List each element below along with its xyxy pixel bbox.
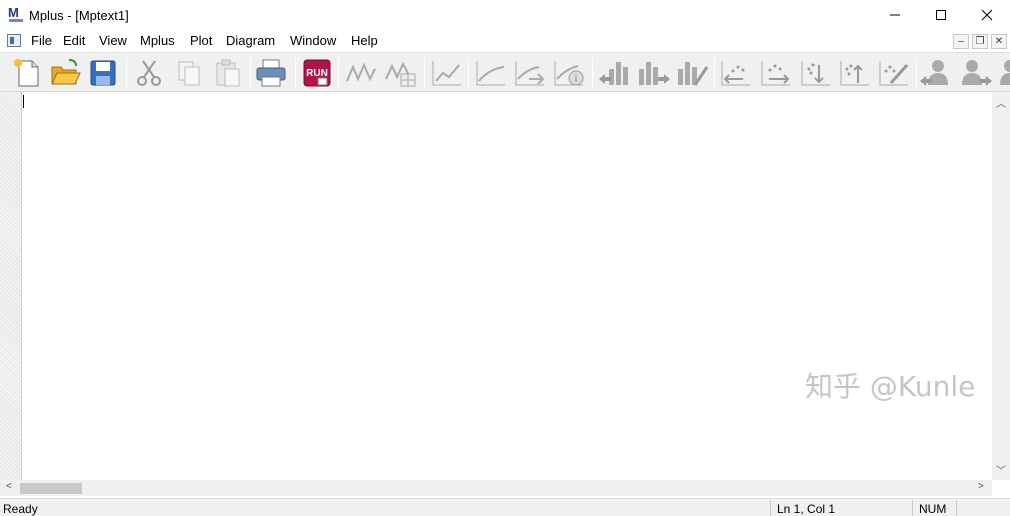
- menu-help[interactable]: Help: [351, 33, 378, 48]
- run-label: RUN: [306, 68, 328, 79]
- menu-view[interactable]: View: [99, 33, 127, 48]
- plot-table-icon[interactable]: [383, 56, 417, 90]
- menu-window[interactable]: Window: [290, 33, 336, 48]
- mdi-minimize-button[interactable]: –: [953, 34, 969, 49]
- diagram-right-icon[interactable]: [759, 56, 793, 90]
- close-button[interactable]: [964, 0, 1010, 30]
- save-icon[interactable]: [86, 56, 120, 90]
- diagram-edit-icon[interactable]: [877, 56, 911, 90]
- scroll-up-icon[interactable]: ︿: [996, 95, 1006, 110]
- diagram-up-icon[interactable]: [838, 56, 872, 90]
- status-cursor-position: Ln 1, Col 1: [770, 500, 912, 516]
- run-button[interactable]: RUN: [300, 56, 334, 90]
- text-editor[interactable]: [22, 92, 992, 480]
- mdi-restore-button[interactable]: ❐: [972, 34, 988, 49]
- status-bar: Ready Ln 1, Col 1 NUM: [0, 498, 1010, 516]
- menu-edit[interactable]: Edit: [63, 33, 85, 48]
- menu-plot[interactable]: Plot: [190, 33, 212, 48]
- menu-diagram[interactable]: Diagram: [226, 33, 275, 48]
- svg-text:i: i: [575, 74, 577, 85]
- minimize-button[interactable]: [872, 0, 918, 30]
- bar-chart-left-icon[interactable]: [597, 56, 631, 90]
- person-left-icon[interactable]: [918, 56, 952, 90]
- person-right-icon[interactable]: [958, 56, 992, 90]
- diagram-left-icon[interactable]: [719, 56, 753, 90]
- open-folder-icon[interactable]: [48, 56, 82, 90]
- menu-bar: File Edit View Mplus Plot Diagram Window…: [0, 30, 1010, 52]
- editor-window: ︿ ﹀ < >: [0, 92, 1010, 496]
- person-icon[interactable]: [996, 56, 1010, 90]
- copy-icon[interactable]: [172, 56, 206, 90]
- horizontal-scrollbar[interactable]: < >: [0, 480, 992, 496]
- print-icon[interactable]: [254, 56, 288, 90]
- status-num-lock: NUM: [912, 500, 956, 516]
- plot-scatter-icon[interactable]: [430, 56, 464, 90]
- plot-info-icon[interactable]: i: [552, 56, 586, 90]
- scroll-down-icon[interactable]: ﹀: [996, 462, 1006, 477]
- svg-text:M: M: [8, 6, 19, 20]
- scroll-left-icon[interactable]: <: [6, 481, 12, 492]
- paste-icon[interactable]: [210, 56, 244, 90]
- scroll-right-icon[interactable]: >: [978, 481, 984, 492]
- window-title: Mplus - [Mptext1]: [29, 8, 129, 23]
- maximize-button[interactable]: [918, 0, 964, 30]
- title-bar: M Mplus - [Mptext1]: [0, 0, 1010, 30]
- toolbar: RUN i: [0, 52, 1010, 92]
- horizontal-scroll-thumb[interactable]: [20, 483, 82, 494]
- bar-chart-edit-icon[interactable]: [675, 56, 709, 90]
- diagram-down-icon[interactable]: [799, 56, 833, 90]
- status-ready: Ready: [3, 502, 38, 516]
- new-file-icon[interactable]: [10, 56, 44, 90]
- watermark: 知乎 @Kunle: [805, 370, 976, 403]
- plot-arrow-icon[interactable]: [513, 56, 547, 90]
- vertical-scrollbar[interactable]: ︿ ﹀: [992, 92, 1010, 480]
- plot-lines-icon[interactable]: [344, 56, 378, 90]
- cut-icon[interactable]: [132, 56, 166, 90]
- plot-curve-icon[interactable]: [474, 56, 508, 90]
- mplus-logo-icon: M: [8, 5, 24, 24]
- document-icon[interactable]: [7, 34, 21, 47]
- mdi-close-button[interactable]: ✕: [991, 34, 1007, 49]
- editor-gutter: [0, 92, 22, 480]
- text-caret: [23, 95, 24, 108]
- bar-chart-right-icon[interactable]: [636, 56, 670, 90]
- menu-mplus[interactable]: Mplus: [140, 33, 175, 48]
- menu-file[interactable]: File: [31, 33, 52, 48]
- status-empty-pane: [956, 500, 1010, 516]
